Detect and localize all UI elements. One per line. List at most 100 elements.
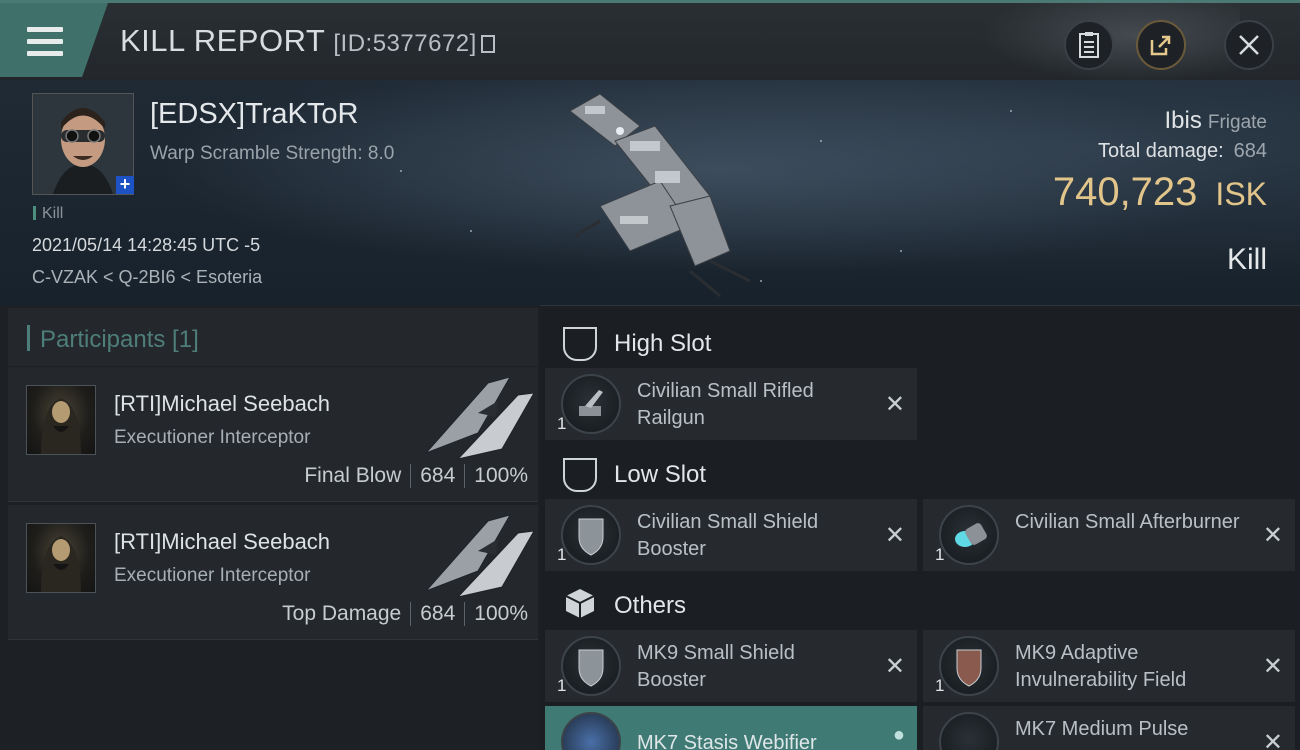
participants-title: Participants [1] — [27, 325, 199, 354]
page-title-text: KILL REPORT — [120, 23, 326, 58]
low-slot-icon — [563, 458, 597, 492]
destroyed-icon: ✕ — [1262, 729, 1283, 750]
shield-icon — [578, 518, 604, 556]
low-slot-label: Low Slot — [614, 461, 707, 488]
participant-percent: 100% — [474, 602, 528, 625]
ship-name[interactable]: Ibis Frigate — [1165, 107, 1268, 135]
module-quantity: 1 — [557, 545, 567, 564]
top-bar: KILL REPORT [ID:5377672] — [0, 0, 1300, 83]
star — [1010, 110, 1012, 112]
isk-amount: 740,723 — [1052, 170, 1198, 214]
helmet-portrait — [41, 398, 81, 454]
close-icon — [1239, 35, 1259, 55]
hamburger-menu-icon — [27, 27, 63, 32]
module-item[interactable]: 1 Civilian Small Shield Booster ✕ — [545, 499, 917, 571]
total-damage-value: 684 — [1233, 140, 1267, 162]
afterburner-icon — [939, 505, 999, 565]
module-name: Civilian Small Shield Booster — [637, 511, 819, 560]
participant-role: Top Damage — [282, 602, 402, 625]
module-item[interactable]: 1 MK9 Adaptive Invulnerability Field ✕ — [923, 630, 1295, 702]
invulnerability-field-icon — [939, 636, 999, 696]
kill-datetime: 2021/05/14 14:28:45 UTC -5 — [32, 235, 261, 255]
add-contact-icon[interactable]: + — [116, 175, 134, 194]
destroyed-icon: ✕ — [1262, 653, 1283, 680]
isk-value: 740,723 ISK — [1053, 170, 1267, 215]
page-title: KILL REPORT [ID:5377672] — [120, 23, 495, 59]
module-name: MK9 Adaptive Invulnerability Field — [1015, 642, 1187, 691]
participant-name: [RTI]Michael Seebach — [114, 391, 331, 416]
share-icon — [1150, 35, 1171, 56]
copy-icon[interactable] — [480, 35, 495, 53]
module-item[interactable]: 1 Civilian Small Rifled Railgun ✕ — [545, 368, 917, 440]
hamburger-menu-icon-bar — [27, 51, 63, 56]
module-name: Civilian Small Afterburner — [1015, 511, 1240, 533]
stats-separator — [464, 464, 466, 488]
others-header: Others — [548, 578, 1300, 628]
stasis-webifier-icon — [561, 712, 621, 750]
high-slot-icon — [563, 327, 597, 361]
destroyed-icon: ✕ — [884, 522, 905, 549]
stats-separator — [464, 602, 466, 626]
result-label: Kill — [1226, 243, 1267, 276]
participant-role: Final Blow — [304, 464, 402, 487]
others-label: Others — [614, 592, 687, 619]
participant-percent: 100% — [474, 464, 528, 487]
close-button[interactable] — [1224, 20, 1274, 70]
module-name: MK7 Stasis Webifier — [637, 732, 817, 750]
module-quantity: 1 — [557, 676, 567, 695]
participants-title-bar — [27, 325, 30, 351]
ship-type: Ibis — [1164, 107, 1202, 134]
participant-stats: Final Blow 684 100% — [304, 464, 528, 488]
destroyed-icon: ✕ — [1262, 522, 1283, 549]
participant-ship-image — [425, 514, 535, 598]
share-button[interactable] — [1136, 20, 1186, 70]
star — [470, 230, 472, 232]
participant-avatar[interactable] — [26, 523, 96, 593]
railgun-icon-graphic — [579, 390, 603, 416]
participant-avatar[interactable] — [26, 385, 96, 455]
module-item[interactable]: MK7 Stasis Webifier ● — [545, 706, 917, 750]
shield-icon — [578, 649, 604, 687]
module-item[interactable]: MK7 Medium Pulse ✕ — [923, 706, 1295, 750]
kill-location[interactable]: C-VZAK < Q-2BI6 < Esoteria — [32, 267, 262, 288]
notes-button[interactable] — [1064, 20, 1114, 70]
participant-damage: 684 — [420, 602, 456, 625]
victim-ship-image — [569, 93, 751, 298]
isk-unit: ISK — [1215, 176, 1267, 212]
participants-title-text: Participants [1] — [40, 326, 199, 353]
ship-class: Frigate — [1207, 112, 1267, 133]
module-quantity: 1 — [935, 545, 945, 564]
low-slot-header: Low Slot — [548, 447, 1300, 497]
participant-ship-image — [425, 376, 535, 460]
kill-tag-label: Kill — [42, 205, 64, 222]
star — [820, 140, 822, 142]
stats-separator — [410, 464, 412, 488]
afterburner-icon-graphic — [955, 523, 987, 547]
module-name: MK7 Medium Pulse — [1015, 718, 1189, 740]
module-name: Civilian Small Rifled Railgun — [637, 380, 814, 429]
high-slot-label: High Slot — [614, 330, 712, 357]
kill-tag: Kill — [33, 205, 63, 223]
menu-button[interactable] — [0, 3, 108, 77]
star — [760, 280, 762, 282]
drone-icon: ● — [892, 724, 905, 746]
clipboard-icon — [1079, 32, 1099, 58]
pulse-laser-icon — [939, 712, 999, 750]
module-quantity: 1 — [557, 414, 567, 433]
module-item[interactable]: 1 MK9 Small Shield Booster ✕ — [545, 630, 917, 702]
module-item[interactable]: 1 Civilian Small Afterburner ✕ — [923, 499, 1295, 571]
total-damage-label: Total damage: — [1097, 140, 1224, 162]
stats-separator — [410, 602, 412, 626]
star — [400, 170, 402, 172]
module-name: MK9 Small Shield Booster — [637, 642, 795, 691]
victim-name[interactable]: [EDSX]TraKToR — [150, 98, 358, 131]
cube-icon — [565, 589, 595, 618]
shield-icon — [956, 649, 982, 687]
participant-row[interactable]: [RTI]Michael Seebach Executioner Interce… — [8, 505, 538, 640]
kill-tag-marker — [33, 206, 36, 220]
report-id: [ID:5377672] — [333, 30, 477, 57]
participant-row[interactable]: [RTI]Michael Seebach Executioner Interce… — [8, 367, 538, 502]
shield-booster-icon — [561, 505, 621, 565]
destroyed-icon: ✕ — [884, 653, 905, 680]
module-quantity: 1 — [935, 676, 945, 695]
